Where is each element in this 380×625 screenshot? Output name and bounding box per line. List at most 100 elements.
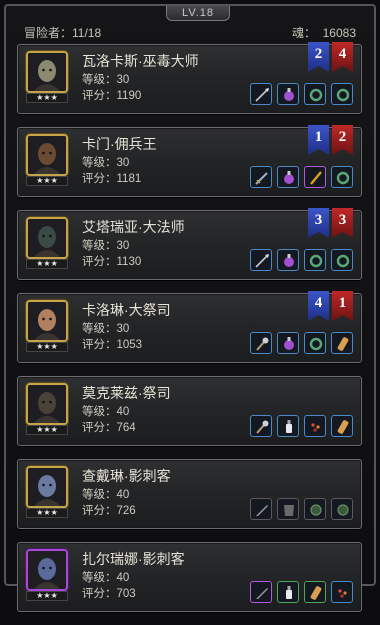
hero-name: 扎尔瑞娜·影刺客 [82, 551, 185, 567]
soul-value: 16083 [322, 26, 356, 40]
hero-level: 等级：30 [82, 323, 130, 335]
rank-banners: 33 [305, 208, 353, 238]
spear-icon [255, 254, 269, 268]
equipment-slot[interactable] [277, 83, 299, 105]
ring-icon [309, 254, 323, 268]
hero-portrait [26, 300, 68, 342]
star-rating: ★★★ [26, 259, 68, 269]
equipment-slots [245, 166, 353, 190]
hero-card[interactable]: ★★★ 查戴琳·影刺客 等级：40 评分：726 [17, 459, 362, 529]
equipment-slot[interactable] [331, 83, 353, 105]
equipment-slot[interactable] [304, 83, 326, 105]
soul-currency: 魂： 16083 [292, 24, 356, 41]
ring-icon [309, 88, 323, 102]
mace-icon [256, 337, 269, 351]
hero-card[interactable]: ★★★ 瓦洛卡斯·巫毒大师 等级：30 评分：1190 24 [17, 42, 362, 114]
star-rating: ★★★ [26, 93, 68, 103]
hero-score: 评分：1130 [82, 256, 142, 268]
hero-level: 等级：40 [82, 406, 130, 418]
hero-face-icon [28, 219, 66, 257]
dots-icon [311, 423, 320, 432]
hero-card[interactable]: ★★★ 艾塔瑞亚·大法师 等级：30 评分：1130 33 [17, 208, 362, 280]
hero-name: 瓦洛卡斯·巫毒大师 [82, 53, 199, 69]
rank-banners: 24 [305, 42, 353, 72]
hero-name: 卡洛琳·大祭司 [82, 302, 171, 318]
hero-portrait [26, 549, 68, 591]
hero-score: 评分：1053 [82, 339, 143, 351]
equipment-slot[interactable] [331, 249, 353, 271]
equipment-slot[interactable] [277, 166, 299, 188]
hero-level: 等级：40 [82, 572, 130, 584]
hero-portrait [26, 466, 68, 508]
ring-icon [336, 254, 350, 268]
equipment-slot[interactable] [277, 415, 299, 437]
hero-level: 等级：30 [82, 157, 130, 169]
equipment-slot[interactable] [277, 249, 299, 271]
equipment-slot[interactable] [277, 498, 299, 520]
rank-banner-red: 1 [332, 291, 353, 321]
orb-icon [337, 504, 349, 516]
equipment-slots [245, 83, 353, 107]
hero-face-icon [28, 551, 66, 589]
ring-icon [336, 171, 350, 185]
blade-icon [256, 588, 268, 599]
equipment-slot[interactable] [250, 415, 272, 437]
equipment-slot[interactable] [304, 332, 326, 354]
hero-level: 等级：30 [82, 74, 130, 86]
rank-banner-red: 3 [332, 208, 353, 238]
rod-icon [310, 171, 322, 185]
equipment-slot[interactable] [331, 498, 353, 520]
hero-level: 等级：30 [82, 240, 130, 252]
hero-card[interactable]: ★★★ 卡洛琳·大祭司 等级：30 评分：1053 41 [17, 291, 362, 363]
adventurer-count: 冒险者：11/18 [24, 24, 101, 41]
dots-icon [338, 589, 347, 598]
rank-banner-red: 2 [332, 125, 353, 155]
equipment-slot[interactable] [331, 166, 353, 188]
equipment-slot[interactable] [304, 498, 326, 520]
equipment-slot[interactable] [250, 581, 272, 603]
hero-name: 莫克莱兹·祭司 [82, 385, 171, 401]
hero-score: 评分：703 [82, 588, 136, 600]
equipment-slot[interactable] [250, 83, 272, 105]
equipment-slot[interactable] [277, 332, 299, 354]
equipment-slot[interactable] [250, 498, 272, 520]
potion-icon [284, 337, 294, 350]
hero-face-icon [28, 53, 66, 91]
hero-portrait [26, 134, 68, 176]
equipment-slot[interactable] [304, 166, 326, 188]
hero-card[interactable]: ★★★ 莫克莱兹·祭司 等级：40 评分：764 [17, 376, 362, 446]
armor-icon [284, 505, 294, 516]
hero-score: 评分：1181 [82, 173, 142, 185]
equipment-slot[interactable] [331, 581, 353, 603]
equipment-slots [245, 332, 353, 356]
equipment-slot[interactable] [250, 166, 272, 188]
level-tab: LV.18 [166, 6, 230, 21]
rank-banners: 12 [305, 125, 353, 155]
hero-portrait [26, 217, 68, 259]
equipment-slot[interactable] [277, 581, 299, 603]
rank-banner-blue: 1 [308, 125, 329, 155]
equipment-slot[interactable] [304, 581, 326, 603]
hero-name: 查戴琳·影刺客 [82, 468, 171, 484]
hero-name: 卡门·佣兵王 [82, 136, 157, 152]
star-rating: ★★★ [26, 176, 68, 186]
star-rating: ★★★ [26, 508, 68, 518]
equipment-slot[interactable] [304, 249, 326, 271]
hero-card[interactable]: ★★★ 扎尔瑞娜·影刺客 等级：40 评分：703 [17, 542, 362, 612]
roster-header: 冒险者：11/18 魂： 16083 [24, 24, 356, 42]
spear-icon [255, 88, 269, 102]
ring-icon [336, 88, 350, 102]
equipment-slot[interactable] [331, 415, 353, 437]
soul-label: 魂： [291, 26, 316, 40]
equipment-slots [245, 415, 353, 439]
hero-score: 评分：1190 [82, 90, 142, 102]
equipment-slot[interactable] [304, 415, 326, 437]
hero-face-icon [28, 468, 66, 506]
equipment-slot[interactable] [331, 332, 353, 354]
hero-score: 评分：764 [82, 422, 136, 434]
equipment-slot[interactable] [250, 332, 272, 354]
equipment-slot[interactable] [250, 249, 272, 271]
hero-face-icon [28, 385, 66, 423]
hero-card[interactable]: ★★★ 卡门·佣兵王 等级：30 评分：1181 12 [17, 125, 362, 197]
hero-level: 等级：40 [82, 489, 130, 501]
